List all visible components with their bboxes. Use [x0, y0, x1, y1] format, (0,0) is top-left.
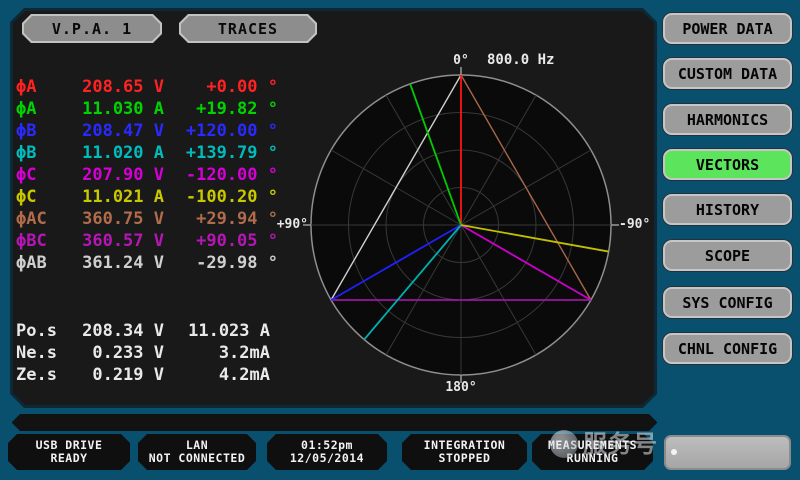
status-line2: STOPPED [402, 452, 527, 465]
phasor-angle: +90.05 ° [164, 230, 278, 252]
phasor-value: 360.75 V [64, 208, 164, 230]
status-integration[interactable]: INTEGRATION STOPPED [402, 434, 527, 470]
phasor-row-bc: ϕBC 360.57 V +90.05 ° [16, 230, 278, 252]
phasor-label: ϕBC [16, 230, 64, 252]
sequence-row-negative: Ne.s 0.233 V 3.2mA [16, 342, 272, 364]
phasor-value: 208.65 V [64, 76, 164, 98]
traces-button-face: TRACES [181, 16, 315, 41]
sidebar-item-chnl-config[interactable]: CHNL CONFIG [663, 333, 792, 364]
sequence-row-positive: Po.s 208.34 V 11.023 A [16, 320, 272, 342]
softkey-bar [12, 414, 657, 431]
blank-softkey-button[interactable] [664, 435, 791, 470]
phasor-row-b-voltage: ϕB 208.47 V +120.00 ° [16, 120, 278, 142]
status-date-time[interactable]: 01:52pm 12/05/2014 [267, 434, 387, 470]
sidebar-item-power-data[interactable]: POWER DATA [663, 13, 792, 44]
sequence-current: 11.023 A [164, 320, 270, 342]
phasor-label: ϕB [16, 142, 64, 164]
phasor-angle: +120.00 ° [164, 120, 278, 142]
phasor-angle: +139.79 ° [164, 142, 278, 164]
phasor-label: ϕAB [16, 252, 64, 274]
sequence-current: 4.2mA [164, 364, 270, 386]
polar-label-minus90deg: -90° [619, 217, 661, 232]
sidebar-item-vectors[interactable]: VECTORS [663, 149, 792, 180]
sidebar-item-history[interactable]: HISTORY [663, 194, 792, 225]
status-line2: READY [8, 452, 130, 465]
polar-label-0deg: 0° [447, 53, 475, 68]
status-line2: RUNNING [532, 452, 653, 465]
traces-button-label: TRACES [218, 20, 278, 38]
phasor-label: ϕB [16, 120, 64, 142]
polar-label-plus90deg: +90° [268, 217, 308, 232]
phasor-row-ab: ϕAB 361.24 V -29.98 ° [16, 252, 278, 274]
sequence-voltage: 0.219 V [64, 364, 164, 386]
sidebar-item-scope[interactable]: SCOPE [663, 240, 792, 271]
phasor-row-a-current: ϕA 11.030 A +19.82 ° [16, 98, 278, 120]
sequence-label: Ze.s [16, 364, 64, 386]
status-line2: 12/05/2014 [267, 452, 387, 465]
phasor-angle: +19.82 ° [164, 98, 278, 120]
status-line2: NOT CONNECTED [138, 452, 256, 465]
frequency-readout: 800.0 Hz [487, 52, 554, 68]
traces-button[interactable]: TRACES [179, 14, 317, 43]
sequence-label: Po.s [16, 320, 64, 342]
sequence-label: Ne.s [16, 342, 64, 364]
led-indicator-icon [671, 449, 677, 455]
sidebar-item-harmonics[interactable]: HARMONICS [663, 104, 792, 135]
sidebar-item-custom-data[interactable]: CUSTOM DATA [663, 58, 792, 89]
power-analyzer-screen: V.P.A. 1 TRACES ϕA 208.65 V +0.00 ° ϕA 1… [0, 0, 800, 480]
phasor-label: ϕA [16, 98, 64, 120]
phasor-angle: -29.98 ° [164, 252, 278, 274]
vpa-select-button-face: V.P.A. 1 [24, 16, 160, 41]
phasor-value: 11.030 A [64, 98, 164, 120]
phasor-value: 361.24 V [64, 252, 164, 274]
polar-label-180deg: 180° [441, 380, 481, 395]
phasor-row-a-voltage: ϕA 208.65 V +0.00 ° [16, 76, 278, 98]
sequence-voltage: 0.233 V [64, 342, 164, 364]
vpa-button-label: V.P.A. 1 [52, 20, 132, 38]
sequence-table: Po.s 208.34 V 11.023 A Ne.s 0.233 V 3.2m… [16, 320, 272, 386]
phasor-angle: +29.94 ° [164, 208, 278, 230]
phasor-value: 11.020 A [64, 142, 164, 164]
sequence-voltage: 208.34 V [64, 320, 164, 342]
phasor-row-ac: ϕAC 360.75 V +29.94 ° [16, 208, 278, 230]
phasor-value: 360.57 V [64, 230, 164, 252]
phasor-table: ϕA 208.65 V +0.00 ° ϕA 11.030 A +19.82 °… [16, 76, 278, 274]
phasor-value: 208.47 V [64, 120, 164, 142]
sequence-current: 3.2mA [164, 342, 270, 364]
status-usb-drive[interactable]: USB DRIVE READY [8, 434, 130, 470]
phasor-value: 11.021 A [64, 186, 164, 208]
sequence-row-zero: Ze.s 0.219 V 4.2mA [16, 364, 272, 386]
sidebar-item-sys-config[interactable]: SYS CONFIG [663, 287, 792, 318]
phasor-row-c-current: ϕC 11.021 A -100.20 ° [16, 186, 278, 208]
phasor-row-c-voltage: ϕC 207.90 V -120.00 ° [16, 164, 278, 186]
phasor-value: 207.90 V [64, 164, 164, 186]
phasor-label: ϕC [16, 186, 64, 208]
phasor-label: ϕC [16, 164, 64, 186]
phasor-angle: -120.00 ° [164, 164, 278, 186]
phasor-label: ϕA [16, 76, 64, 98]
status-lan[interactable]: LAN NOT CONNECTED [138, 434, 256, 470]
phasor-angle: -100.20 ° [164, 186, 278, 208]
phasor-label: ϕAC [16, 208, 64, 230]
phasor-angle: +0.00 ° [164, 76, 278, 98]
vpa-select-button[interactable]: V.P.A. 1 [22, 14, 162, 43]
status-measurements[interactable]: MEASUREMENTS RUNNING [532, 434, 653, 470]
phasor-row-b-current: ϕB 11.020 A +139.79 ° [16, 142, 278, 164]
